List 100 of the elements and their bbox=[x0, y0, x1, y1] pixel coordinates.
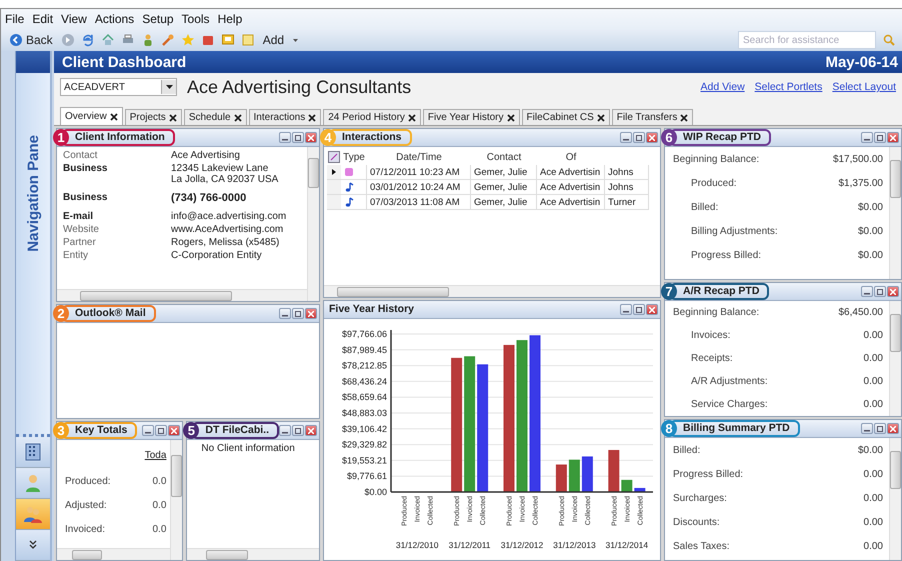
minimize-button[interactable] bbox=[861, 423, 873, 434]
column-header[interactable]: Date/Time bbox=[367, 149, 471, 165]
minimize-button[interactable] bbox=[620, 304, 632, 315]
tab[interactable]: File Transfers bbox=[612, 109, 694, 125]
field-value: C-Corporation Entity bbox=[171, 250, 263, 261]
close-button[interactable] bbox=[887, 132, 899, 143]
column-header[interactable]: Of bbox=[537, 149, 605, 165]
axis-tick-label: $39,106.42 bbox=[342, 424, 387, 434]
navigation-pane-label[interactable]: Navigation Pane bbox=[24, 135, 42, 252]
minimize-button[interactable] bbox=[279, 425, 291, 436]
nav-button[interactable] bbox=[16, 437, 50, 468]
table-cell: Johns bbox=[605, 165, 649, 180]
horizontal-scrollbar[interactable] bbox=[57, 289, 307, 301]
vertical-scrollbar[interactable] bbox=[889, 438, 901, 560]
vertical-scrollbar[interactable] bbox=[307, 147, 319, 301]
row-label: Progress Billed: bbox=[673, 468, 744, 480]
caret-icon[interactable] bbox=[292, 36, 300, 44]
restore-button[interactable] bbox=[292, 425, 304, 436]
column-header[interactable]: Contact bbox=[471, 149, 537, 165]
row-selector[interactable] bbox=[327, 165, 341, 180]
row-value: $0.00 bbox=[858, 202, 883, 212]
minimize-button[interactable] bbox=[861, 286, 873, 297]
restore-button[interactable] bbox=[292, 308, 304, 319]
column-chooser-icon[interactable] bbox=[328, 151, 340, 163]
star-icon[interactable] bbox=[180, 33, 195, 47]
close-button[interactable] bbox=[887, 286, 899, 297]
monitor-icon[interactable] bbox=[220, 33, 235, 47]
restore-button[interactable] bbox=[633, 132, 645, 143]
minimize-button[interactable] bbox=[279, 132, 291, 143]
restore-button[interactable] bbox=[874, 286, 886, 297]
restore-button[interactable] bbox=[155, 425, 168, 436]
close-icon[interactable] bbox=[308, 114, 316, 122]
nav-button[interactable] bbox=[16, 499, 50, 530]
close-icon bbox=[890, 288, 896, 294]
horizontal-scrollbar[interactable] bbox=[57, 548, 170, 560]
tab[interactable]: 24 Period History bbox=[323, 109, 421, 125]
minimize-button[interactable] bbox=[279, 308, 291, 319]
caret-icon[interactable] bbox=[166, 85, 172, 89]
row-value: $0.00 bbox=[858, 250, 883, 260]
tab[interactable]: Overview bbox=[60, 107, 123, 125]
close-button[interactable] bbox=[305, 308, 317, 319]
restore-button[interactable] bbox=[874, 423, 886, 434]
close-icon[interactable] bbox=[168, 114, 177, 122]
column-header[interactable]: Type bbox=[341, 149, 367, 165]
close-button[interactable] bbox=[305, 425, 317, 436]
tab[interactable]: FileCabinet CS bbox=[522, 109, 610, 125]
axis-tick-label: $29,329.82 bbox=[342, 440, 387, 450]
tab[interactable]: Five Year History bbox=[422, 109, 520, 125]
axis-tick-label: $48,883.03 bbox=[342, 408, 387, 418]
close-icon[interactable] bbox=[596, 114, 605, 122]
close-button[interactable] bbox=[168, 425, 180, 436]
field-label: E-mail bbox=[63, 211, 94, 222]
menu-item[interactable]: Help bbox=[218, 12, 242, 26]
restore-button[interactable] bbox=[292, 132, 304, 143]
header-link[interactable]: Select Layout bbox=[832, 81, 896, 93]
refresh-icon[interactable] bbox=[80, 33, 95, 47]
close-icon[interactable] bbox=[234, 114, 242, 122]
menu-item[interactable]: Setup bbox=[142, 12, 174, 26]
header-link[interactable]: Add View bbox=[700, 81, 745, 93]
close-button[interactable] bbox=[887, 423, 899, 434]
vertical-scrollbar[interactable] bbox=[170, 440, 182, 560]
back-button[interactable]: Back bbox=[7, 33, 55, 47]
menu-item[interactable]: File bbox=[5, 12, 24, 26]
menu-item[interactable]: Tools bbox=[182, 12, 210, 26]
minimize-button[interactable] bbox=[861, 132, 873, 143]
minimize-button[interactable] bbox=[620, 132, 632, 143]
people-icon bbox=[23, 504, 43, 524]
header-link[interactable]: Select Portlets bbox=[754, 81, 822, 93]
row-value: 0.00 bbox=[864, 468, 883, 480]
menu-item[interactable]: Edit bbox=[32, 12, 54, 26]
close-icon bbox=[890, 134, 896, 140]
table-cell: 07/03/2013 11:08 AM bbox=[367, 195, 471, 210]
row-value: 0.0 bbox=[152, 500, 166, 510]
close-button[interactable] bbox=[305, 132, 317, 143]
search-field[interactable]: Search for assistance bbox=[738, 31, 876, 49]
tools-icon[interactable] bbox=[160, 33, 175, 47]
restore-button[interactable] bbox=[874, 132, 886, 143]
table-cell: Johns bbox=[605, 180, 649, 195]
client-dropdown[interactable]: ACEADVERT bbox=[60, 78, 177, 96]
horizontal-scrollbar[interactable] bbox=[187, 548, 319, 560]
horizontal-scrollbar[interactable] bbox=[324, 285, 660, 297]
tab[interactable]: Schedule bbox=[184, 109, 247, 125]
close-icon[interactable] bbox=[680, 114, 688, 122]
close-button[interactable] bbox=[646, 132, 658, 143]
tab[interactable]: Projects bbox=[124, 109, 182, 125]
menu-item[interactable]: View bbox=[61, 12, 87, 26]
vertical-scrollbar[interactable] bbox=[889, 301, 901, 416]
close-icon[interactable] bbox=[408, 114, 416, 122]
minimize-button[interactable] bbox=[142, 425, 154, 436]
restore-button[interactable] bbox=[633, 304, 645, 315]
vertical-scrollbar[interactable] bbox=[889, 147, 901, 279]
close-icon[interactable] bbox=[110, 112, 118, 120]
close-icon[interactable] bbox=[506, 114, 515, 122]
add-button[interactable]: Add bbox=[260, 33, 286, 47]
menu-item[interactable]: Actions bbox=[94, 12, 134, 26]
row-value: 0.00 bbox=[864, 376, 883, 387]
close-button[interactable] bbox=[646, 304, 658, 315]
tab[interactable]: Interactions bbox=[248, 109, 322, 125]
field-label: Contact bbox=[63, 150, 98, 161]
chart-bar bbox=[556, 464, 567, 492]
